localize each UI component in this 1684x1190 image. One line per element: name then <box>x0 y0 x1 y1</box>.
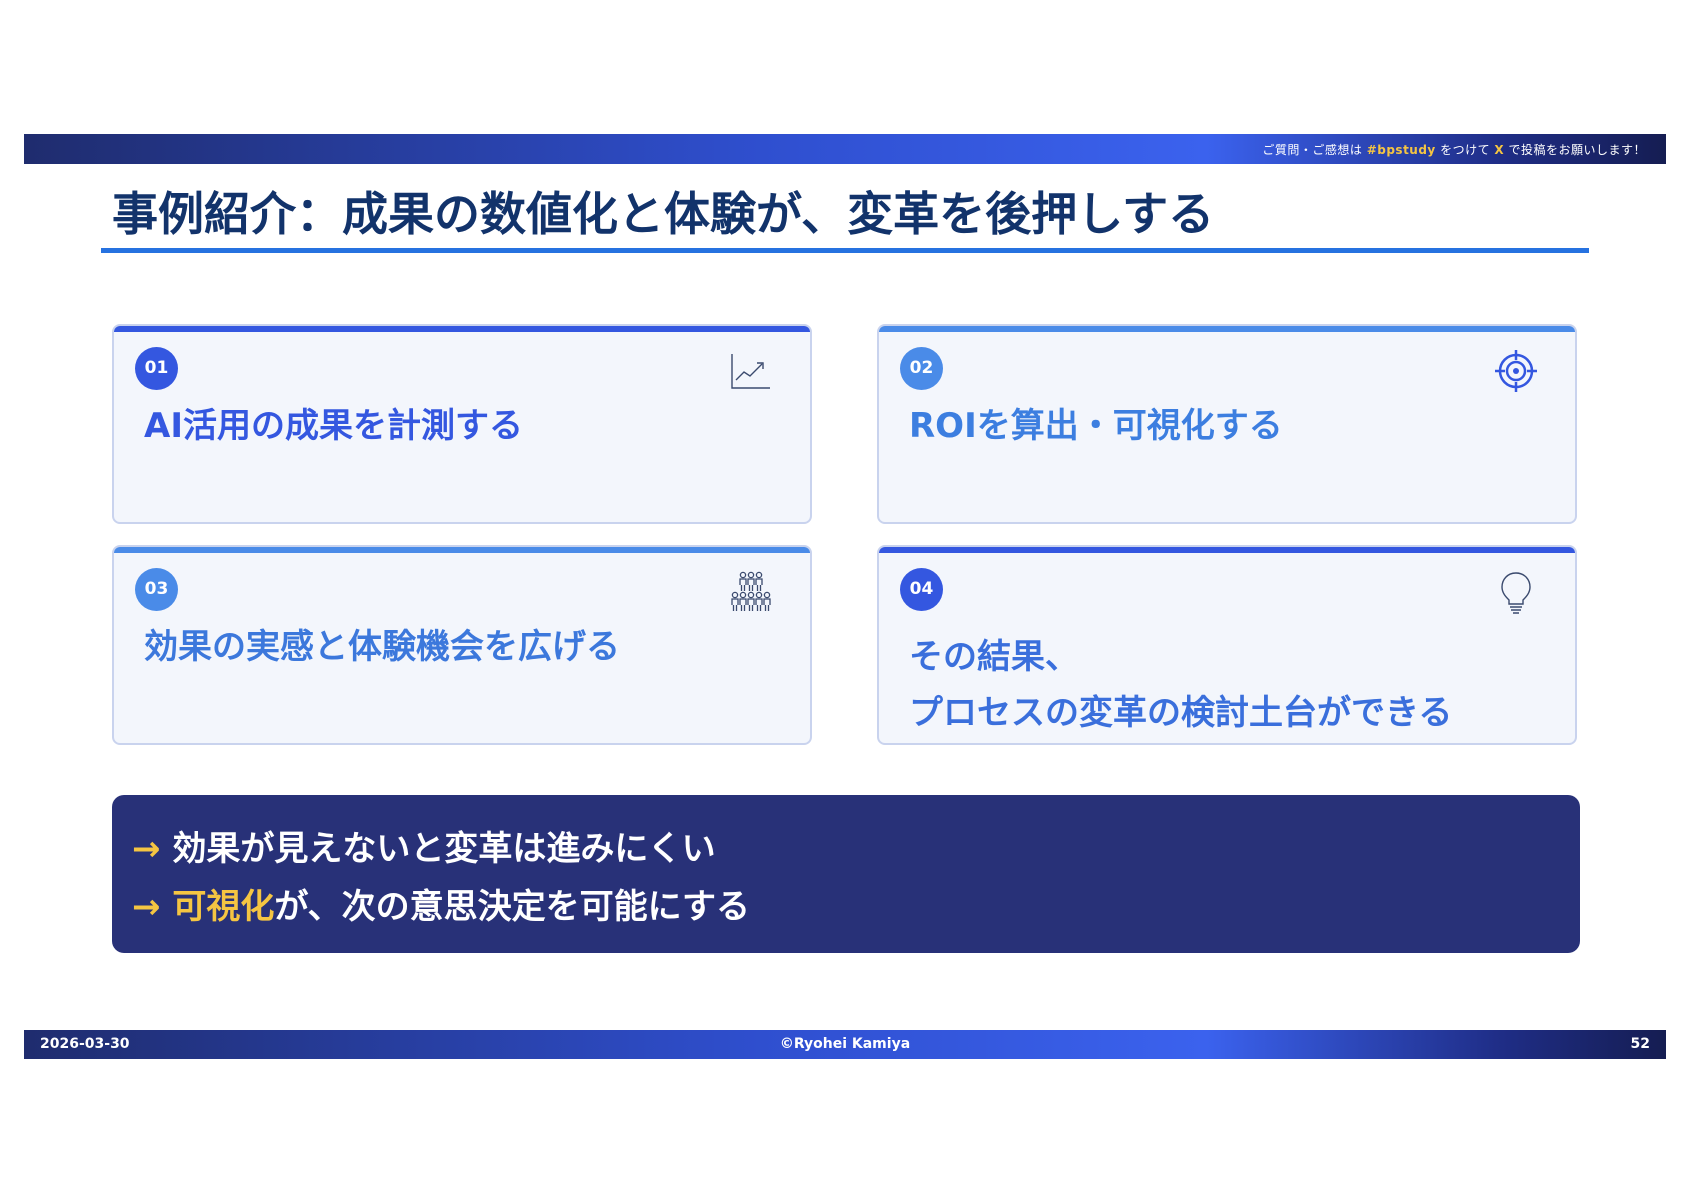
footer-copyright: ©Ryohei Kamiya <box>779 1036 911 1052</box>
card-number-badge: 04 <box>900 568 943 611</box>
card-text: 効果の実感と体験機会を広げる <box>144 627 620 667</box>
footer-date: 2026-03-30 <box>40 1036 130 1052</box>
slide-title: 事例紹介：成果の数値化と体験が、変革を後押しする <box>112 187 1215 241</box>
lightbulb-icon <box>1501 572 1531 614</box>
hashtag: #bpstudy <box>1366 143 1436 157</box>
target-icon <box>1495 350 1537 392</box>
summary-text: が、次の意思決定を可能にする <box>274 887 751 927</box>
people-group-icon <box>731 571 771 611</box>
card-top-bar <box>114 547 810 553</box>
arrow-icon: → <box>132 887 161 927</box>
header-bar: ご質問・ご感想は #bpstudy をつけて X で投稿をお願いします！ <box>24 134 1666 164</box>
card-top-bar <box>879 326 1575 332</box>
title-underline <box>101 248 1589 253</box>
card-number-badge: 02 <box>900 347 943 390</box>
card-top-bar <box>879 547 1575 553</box>
card-number-badge: 01 <box>135 347 178 390</box>
header-message-mid: をつけて <box>1435 143 1495 157</box>
summary-highlight: 可視化 <box>172 887 275 927</box>
card-top-bar <box>114 326 810 332</box>
summary-line-1: → 効果が見えないと変革は進みにくい <box>132 821 716 870</box>
card-text-line: その結果、 <box>909 637 1079 677</box>
card-number-badge: 03 <box>135 568 178 611</box>
chart-line-icon <box>731 354 770 389</box>
card-03: 03 効果の実感と体験機会を広げる <box>112 545 812 745</box>
summary-line-2: → 可視化が、次の意思決定を可能にする <box>132 879 750 928</box>
arrow-icon: → <box>132 829 161 869</box>
summary-box: → 効果が見えないと変革は進みにくい → 可視化が、次の意思決定を可能にする <box>112 795 1580 953</box>
platform-name: X <box>1494 143 1505 157</box>
header-message: ご質問・ご感想は #bpstudy をつけて X で投稿をお願いします！ <box>1262 141 1646 158</box>
footer-bar: 2026-03-30 ©Ryohei Kamiya 52 <box>24 1030 1666 1059</box>
summary-text: 効果が見えないと変革は進みにくい <box>172 829 716 869</box>
card-01: 01 AI活用の成果を計測する <box>112 324 812 524</box>
card-text-line: プロセスの変革の検討土台ができる <box>909 693 1453 733</box>
card-text: AI活用の成果を計測する <box>144 406 523 446</box>
header-message-prefix: ご質問・ご感想は <box>1262 143 1367 157</box>
card-text: その結果、 プロセスの変革の検討土台ができる <box>909 629 1452 741</box>
page-number: 52 <box>1630 1036 1650 1052</box>
card-02: 02 ROIを算出・可視化する <box>877 324 1577 524</box>
card-text: ROIを算出・可視化する <box>909 406 1283 446</box>
header-message-suffix: で投稿をお願いします！ <box>1504 143 1646 157</box>
card-04: 04 その結果、 プロセスの変革の検討土台ができる <box>877 545 1577 745</box>
